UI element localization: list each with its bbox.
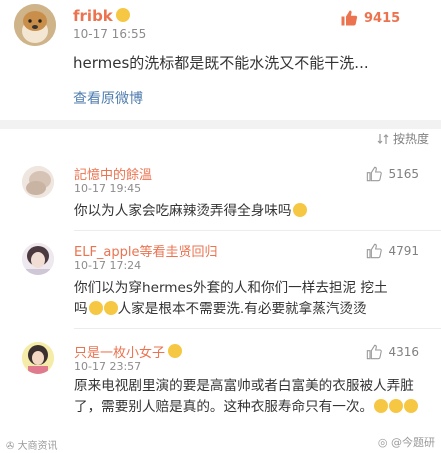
comment-like-button[interactable]: 4316 bbox=[366, 344, 419, 360]
emoji-icon bbox=[389, 399, 404, 413]
comment-like-button[interactable]: 4791 bbox=[366, 243, 419, 259]
emoji-icon bbox=[404, 399, 419, 413]
comment-like-button[interactable]: 5165 bbox=[366, 166, 419, 182]
commenter-username[interactable]: 只是一枚小女子 bbox=[74, 342, 183, 361]
user-avatar[interactable] bbox=[14, 4, 56, 46]
divider bbox=[74, 230, 441, 231]
main-post: fribk 10-17 16:55 hermes的洗标都是既不能水洗又不能干洗.… bbox=[0, 0, 441, 120]
comment-time: 10-17 17:24 bbox=[74, 259, 142, 272]
thumbs-up-icon bbox=[367, 243, 383, 259]
comment-time: 10-17 23:57 bbox=[74, 360, 142, 373]
watermark-right: ◎ @今题研 bbox=[377, 436, 435, 449]
user-badge-icon bbox=[115, 8, 130, 22]
section-separator bbox=[0, 120, 441, 129]
thumbs-up-icon bbox=[341, 10, 358, 26]
comment-time: 10-17 19:45 bbox=[74, 182, 142, 195]
post-text: hermes的洗标都是既不能水洗又不能干洗... bbox=[73, 54, 369, 72]
post-like-button[interactable]: 9415 bbox=[340, 9, 400, 27]
emoji-icon bbox=[103, 301, 118, 315]
emoji-icon bbox=[88, 301, 103, 315]
commenter-username[interactable]: 記憶中的餘溫 bbox=[74, 164, 152, 183]
commenter-username[interactable]: ELF_apple等看圭贤回归 bbox=[74, 241, 218, 260]
commenter-avatar[interactable] bbox=[22, 342, 54, 374]
comment-text: 你以为人家会吃麻辣烫弄得全身味吗 bbox=[74, 201, 426, 222]
post-username[interactable]: fribk bbox=[73, 7, 130, 25]
emoji-icon bbox=[374, 399, 389, 413]
thumbs-up-icon bbox=[367, 166, 383, 182]
comment-text: 你们以为穿hermes外套的人和你们一样去担泥 挖土 吗人家是根本不需要洗.有必… bbox=[74, 280, 388, 317]
thumbs-up-icon bbox=[367, 344, 383, 360]
watermark-left: ✇ 大商资讯 bbox=[6, 441, 58, 452]
comment-text: 原来电视剧里演的要是高富帅或者白富美的衣服被人弄脏了，需要别人赔是真的。这种衣服… bbox=[74, 376, 426, 418]
commenter-avatar[interactable] bbox=[22, 243, 54, 275]
sort-button[interactable]: 按热度 bbox=[377, 130, 429, 147]
divider bbox=[74, 328, 441, 329]
post-time: 10-17 16:55 bbox=[73, 27, 147, 41]
user-badge-icon bbox=[168, 344, 183, 358]
view-original-link[interactable]: 查看原微博 bbox=[73, 88, 143, 108]
commenter-avatar[interactable] bbox=[22, 166, 54, 198]
emoji-icon bbox=[292, 203, 307, 217]
sort-icon bbox=[377, 133, 389, 144]
